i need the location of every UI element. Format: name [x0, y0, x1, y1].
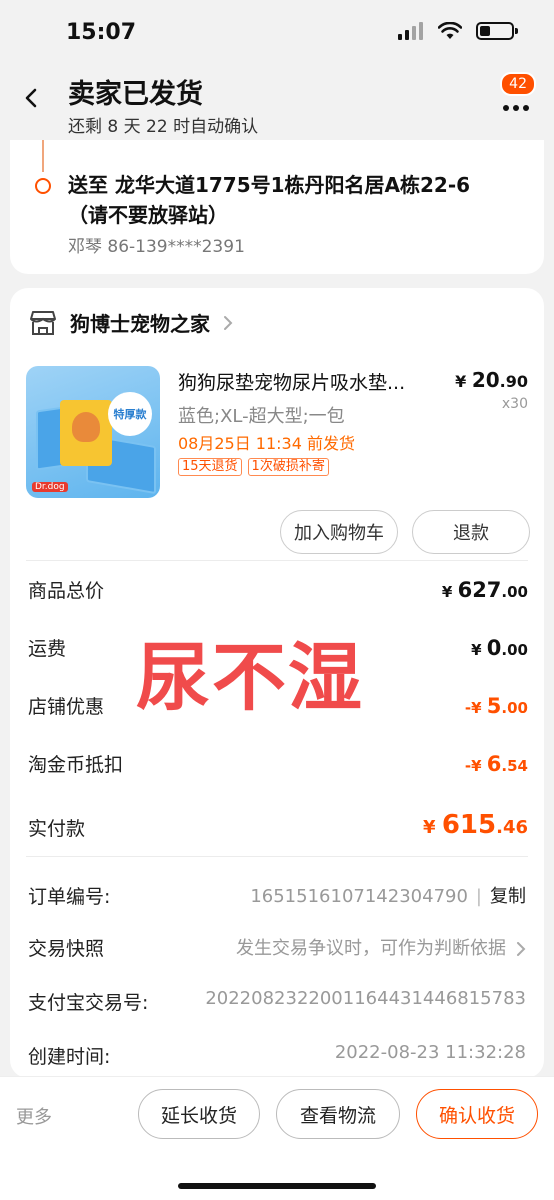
wifi-icon	[438, 22, 462, 39]
thick-badge: 特厚款	[108, 392, 152, 436]
logistics-timeline-line	[42, 140, 44, 172]
chevron-right-icon	[224, 315, 233, 330]
status-time: 15:07	[66, 20, 137, 45]
created-time: 2022-08-23 11:32:28	[334, 1042, 526, 1063]
address-dot-icon	[35, 178, 51, 194]
damage-resend-tag: 1次破损补寄	[247, 458, 329, 476]
product-name[interactable]: 狗狗尿垫宠物尿片吸水垫...	[178, 368, 444, 395]
service-tags: 15天退货 1次破损补寄	[178, 458, 329, 476]
recipient-contact: 邓琴 86-139****2391	[68, 237, 245, 257]
confirm-receipt-button[interactable]: 确认收货	[416, 1089, 538, 1139]
message-count-badge: 42	[500, 72, 536, 96]
product-package	[60, 400, 112, 466]
shop-name: 狗博士宠物之家	[70, 312, 210, 336]
copy-order-number-button[interactable]: 复制	[490, 886, 526, 907]
bottom-action-bar: 更多 延长收货 查看物流 确认收货	[0, 1076, 554, 1200]
fee-label-subtotal: 商品总价	[28, 580, 105, 602]
shop-header[interactable]: 狗博士宠物之家	[28, 308, 234, 337]
back-arrow-icon[interactable]	[20, 86, 44, 110]
alipay-number: 2022082322001164431446815783	[205, 988, 526, 1009]
address-card[interactable]: 送至 龙华大道1775号1栋丹阳名居A栋22-6（请不要放驿站） 邓琴 86-1…	[10, 140, 544, 274]
overlay-caption: 尿不湿	[136, 635, 364, 721]
fee-label-shop-discount: 店铺优惠	[28, 696, 105, 718]
snapshot-label: 交易快照	[28, 938, 105, 960]
add-to-cart-button[interactable]: 加入购物车	[280, 510, 398, 554]
product-spec: 蓝色;XL-超大型;一包	[178, 406, 345, 427]
fee-value-shop-discount: -¥ 5.00	[464, 694, 528, 718]
view-logistics-button[interactable]: 查看物流	[276, 1089, 400, 1139]
auto-confirm-countdown: 还剩 8 天 22 时自动确认	[68, 117, 259, 137]
status-bar: 15:07	[0, 0, 554, 60]
fee-value-coin-deduction: -¥ 6.54	[464, 752, 528, 776]
cellular-signal-icon	[398, 22, 424, 40]
return-policy-tag: 15天退货	[178, 458, 242, 476]
ship-deadline: 08月25日 11:34 前发货	[178, 434, 356, 453]
alipay-number-label: 支付宝交易号:	[28, 992, 149, 1014]
refund-button[interactable]: 退款	[412, 510, 530, 554]
extend-receipt-button[interactable]: 延长收货	[138, 1089, 260, 1139]
snapshot-link[interactable]: 发生交易争议时，可作为判断依据	[236, 934, 526, 960]
home-indicator[interactable]	[178, 1183, 376, 1189]
product-quantity: x30	[501, 396, 528, 412]
store-icon	[30, 310, 56, 335]
total-paid-value: ¥ 615.46	[423, 810, 528, 840]
page-title: 卖家已发货	[68, 79, 203, 110]
product-thumbnail[interactable]: 特厚款 Dr.dog	[26, 366, 160, 498]
fee-value-shipping: ¥ 0.00	[471, 636, 528, 660]
status-icons	[398, 22, 518, 40]
fee-label-coin-deduction: 淘金币抵扣	[28, 754, 124, 776]
product-price: ¥ 20.90	[455, 368, 528, 392]
delivery-address: 送至 龙华大道1775号1栋丹阳名居A栋22-6（请不要放驿站）	[68, 173, 471, 227]
divider	[26, 560, 528, 561]
fee-value-subtotal: ¥ 627.00	[441, 578, 528, 602]
order-number-row: 1651516107142304790 | 复制	[250, 886, 526, 907]
fee-label-shipping: 运费	[28, 638, 67, 660]
total-label: 实付款	[28, 818, 86, 840]
created-time-label: 创建时间:	[28, 1046, 111, 1068]
more-button[interactable]: 更多	[16, 1103, 52, 1129]
divider	[26, 856, 528, 857]
order-number: 1651516107142304790	[250, 886, 468, 907]
battery-icon	[476, 22, 518, 40]
brand-label: Dr.dog	[32, 482, 68, 492]
order-card: 狗博士宠物之家 特厚款 Dr.dog 狗狗尿垫宠物尿片吸水垫... ¥ 20.9…	[10, 288, 544, 1078]
top-nav: 卖家已发货 还剩 8 天 22 时自动确认 42	[0, 60, 554, 140]
chevron-right-icon	[517, 942, 526, 956]
order-number-label: 订单编号:	[28, 886, 111, 908]
